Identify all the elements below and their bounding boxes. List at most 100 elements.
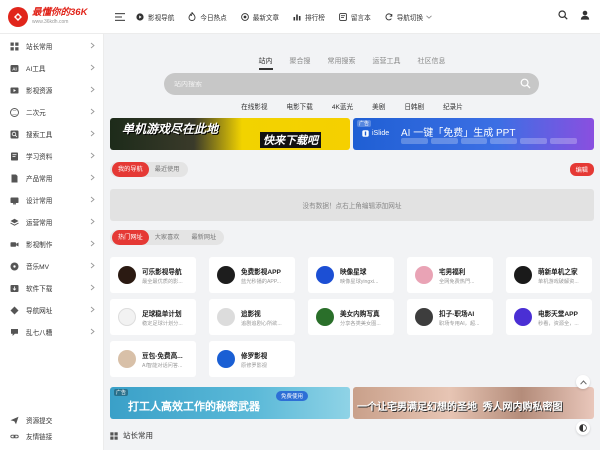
logo-mark-icon — [8, 6, 28, 27]
chevron-right-icon — [90, 328, 95, 335]
site-card-title: 扣子-职场AI — [439, 310, 475, 318]
search-tab-ops-tools[interactable]: 运营工具 — [373, 56, 401, 70]
site-card-title: 追影视 — [241, 310, 261, 318]
islide-banner[interactable]: 广告 iSlide AI 一键「免费」生成 PPT — [353, 118, 594, 150]
topnav-label: 最新文章 — [252, 14, 280, 22]
site-card[interactable]: 电影天堂APP 秒看，资源全，... — [506, 299, 592, 335]
tab-recent[interactable]: 最近使用 — [149, 162, 186, 177]
sidebar-item-product[interactable]: 产品常用 — [0, 167, 103, 189]
topnav-guestbook[interactable]: 留言本 — [339, 12, 371, 22]
islide-logo-icon — [362, 130, 369, 137]
sidebar-item-anime[interactable]: 二 二次元 — [0, 101, 103, 123]
site-card[interactable]: 追影视 追剧追剧心所欲... — [209, 299, 295, 335]
site-card-desc: 最全最优质的影... — [142, 278, 183, 285]
search-tab-community[interactable]: 社区信息 — [418, 56, 446, 70]
sidebar-item-ai-tools[interactable]: AI AI工具 — [0, 57, 103, 79]
sidebar-item-label: 音乐MV — [26, 264, 50, 271]
back-to-top-button[interactable] — [576, 375, 590, 389]
site-icon — [316, 266, 334, 284]
sidebar-item-submit-resource[interactable]: 资源提交 — [0, 412, 104, 428]
sidebar-item-nav-sites[interactable]: 导航网址 — [0, 299, 103, 321]
game-banner-button: 快来下载吧 — [260, 132, 321, 148]
search-option[interactable]: 纪录片 — [443, 101, 463, 111]
topnav-latest-articles[interactable]: 最新文章 — [240, 12, 280, 22]
theme-toggle-button[interactable] — [576, 421, 590, 435]
anime-icon: 二 — [10, 107, 19, 117]
ai-icon: AI — [10, 64, 19, 72]
site-card[interactable]: 豆包-免费高... AI智能对话问答... — [110, 341, 196, 377]
search-tool-icon — [10, 130, 19, 138]
site-icon — [217, 308, 235, 326]
work-ad-button[interactable]: 免费使用 — [276, 391, 309, 401]
site-card[interactable]: 宅男福利 全网免费热門... — [407, 257, 493, 293]
search-option[interactable]: 在线影视 — [241, 101, 267, 111]
chevron-right-icon — [90, 262, 95, 269]
search-tabs: 站内 聚合搜 常用搜索 运营工具 社区信息 — [110, 56, 594, 70]
tab-hot-sites[interactable]: 热门网址 — [112, 230, 149, 245]
tab-favorites[interactable]: 大家喜欢 — [149, 230, 186, 245]
sidebar-item-webmaster[interactable]: 站长常用 — [0, 35, 103, 57]
site-card[interactable]: 可乐影视导航 最全最优质的影... — [110, 257, 196, 293]
nav-icon — [10, 306, 19, 314]
site-card[interactable]: 修罗影视 原修罗影视 — [209, 341, 295, 377]
sidebar-item-software-download[interactable]: 软件下载 — [0, 277, 103, 299]
search-tab-common[interactable]: 常用搜索 — [328, 56, 356, 70]
site-icon — [514, 308, 532, 326]
sidebar-item-label: 站长常用 — [26, 44, 53, 51]
sidebar-item-music-mv[interactable]: 音乐MV — [0, 255, 103, 277]
site-card[interactable]: 萌新单机之家 单机游戏破解资... — [506, 257, 592, 293]
logo-url: www.36kdh.com — [32, 18, 69, 25]
tab-my-nav[interactable]: 我的导航 — [112, 162, 149, 177]
search-option[interactable]: 4K蓝光 — [332, 101, 353, 111]
search-option[interactable]: 美剧 — [372, 101, 385, 111]
topnav-ranking[interactable]: 排行榜 — [293, 12, 325, 22]
search-option[interactable]: 电影下载 — [286, 101, 312, 111]
link-icon — [10, 434, 19, 438]
islide-banner-text: AI 一键「免费」生成 PPT — [401, 128, 516, 139]
site-icon — [217, 266, 235, 284]
sidebar-item-label: 影视资源 — [26, 88, 53, 95]
search-tab-site[interactable]: 站内 — [258, 56, 273, 70]
sidebar-item-film-production[interactable]: 影视制作 — [0, 233, 103, 255]
sidebar-item-label: 运营常用 — [26, 220, 53, 227]
site-icon — [118, 308, 136, 326]
sidebar-item-label: 资源提交 — [26, 418, 53, 425]
sidebar-item-operations[interactable]: 运营常用 — [0, 211, 103, 233]
search-input[interactable] — [174, 80, 504, 88]
photo-ad-banner[interactable]: 一个让宅男满足幻想的圣地 秀人网内购私密图 — [353, 387, 594, 419]
work-ad-banner[interactable]: 广告 打工人高效工作的秘密武器 免费使用 — [110, 387, 350, 419]
edit-button[interactable]: 编辑 — [569, 163, 594, 176]
menu-toggle-button[interactable] — [110, 7, 130, 27]
topnav-movie-nav[interactable]: 影视导航 — [136, 12, 174, 22]
sidebar-item-study[interactable]: 学习资料 — [0, 145, 103, 167]
topnav-hot-today[interactable]: 今日热点 — [188, 12, 227, 22]
sidebar-item-design[interactable]: 设计常用 — [0, 189, 103, 211]
tab-newest[interactable]: 最新网址 — [186, 230, 223, 245]
site-card[interactable]: 足球稳单计划 稳定足球计划分... — [110, 299, 196, 335]
sidebar-item-label: 设计常用 — [26, 198, 53, 205]
search-submit-icon[interactable] — [520, 78, 531, 89]
search-option[interactable]: 日韩剧 — [404, 101, 424, 111]
chevron-right-icon — [90, 240, 95, 247]
sidebar-item-misc[interactable]: 乱七八糟 — [0, 321, 103, 343]
sidebar-item-search-tools[interactable]: 搜索工具 — [0, 123, 103, 145]
sidebar-item-friend-links[interactable]: 友情链接 — [0, 428, 104, 444]
site-card-title: 映像星球 — [340, 268, 367, 276]
user-icon[interactable] — [580, 10, 590, 20]
hamburger-icon — [115, 12, 125, 21]
site-card-desc: 蓝光秒播的APP... — [241, 278, 281, 285]
site-logo[interactable]: 最懂你的36K www.36kdh.com — [0, 0, 104, 34]
logo-title: 最懂你的36K — [32, 7, 88, 19]
search-tab-aggregate[interactable]: 聚合搜 — [290, 56, 311, 70]
software-icon — [10, 284, 19, 292]
search-icon[interactable] — [558, 10, 568, 20]
site-card[interactable]: 免费影视APP 蓝光秒播的APP... — [209, 257, 295, 293]
site-card[interactable]: 映像星球 映像星球yingxi... — [308, 257, 394, 293]
game-banner[interactable]: 单机游戏尽在此地 快来下载吧 — [110, 118, 350, 150]
sidebar-item-film-resources[interactable]: 影视资源 — [0, 79, 103, 101]
chevron-right-icon — [90, 42, 95, 49]
site-card-title: 足球稳单计划 — [142, 310, 182, 318]
site-card[interactable]: 扣子-职场AI 职场专用AI，超... — [407, 299, 493, 335]
site-card[interactable]: 美女内购写真 分享各类美女图... — [308, 299, 394, 335]
topnav-nav-switch[interactable]: 导航切换 — [385, 12, 432, 22]
